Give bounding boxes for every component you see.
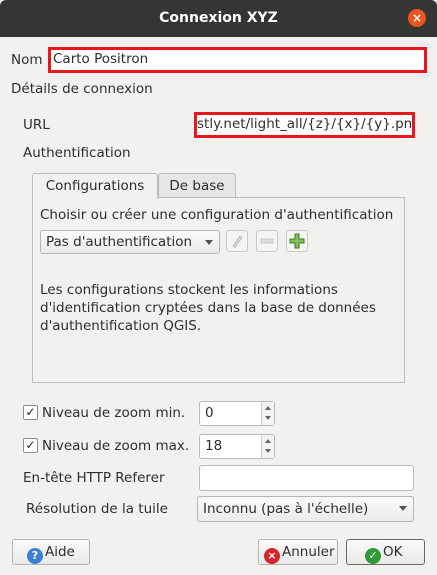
connection-details-heading: Détails de connexion [11,81,153,97]
add-icon [289,233,305,249]
edit-config-button[interactable] [226,230,248,252]
zoom-max-label: Niveau de zoom max. [42,438,190,454]
check-icon: ✓ [365,548,381,564]
title-bar: Connexion XYZ × [0,0,437,37]
url-input[interactable]: stly.net/light_all/{z}/{x}/{y}.png [194,112,415,138]
tile-resolution-select[interactable]: Inconnu (pas à l'échelle) [197,496,414,522]
spin-up-icon [265,439,271,443]
referer-label: En-tête HTTP Referer [23,470,165,486]
zoom-max-spinbox[interactable]: 18 [199,434,275,459]
edit-icon [232,235,243,249]
zoom-max-value: 18 [205,438,223,454]
auth-config-select-value: Pas d'authentification [46,234,193,250]
zoom-max-checkbox[interactable]: ✓ [23,438,38,453]
ok-button-label: OK [383,544,403,560]
zoom-min-checkbox[interactable]: ✓ [23,405,38,420]
ok-button[interactable]: ✓ OK [346,539,425,565]
zoom-min-spinbox[interactable]: 0 [199,401,275,426]
auth-info-text: Les configurations stockent les informat… [40,282,376,334]
tab-configurations[interactable]: Configurations [32,173,158,199]
zoom-min-value: 0 [205,405,214,421]
close-icon[interactable]: × [408,9,426,27]
tile-resolution-label: Résolution de la tuile [26,501,168,517]
tab-basic[interactable]: De base [158,173,236,198]
cancel-button[interactable]: × Annuler [258,539,338,565]
help-button-label: Aide [45,544,75,560]
spin-up-icon [265,406,271,410]
help-button[interactable]: ? Aide [12,539,90,565]
chevron-down-icon [205,240,213,245]
referer-input[interactable] [199,465,414,491]
url-label: URL [23,117,50,133]
authentication-heading: Authentification [23,145,131,161]
zoom-max-stepper[interactable] [261,435,274,458]
name-input[interactable]: Carto Positron [48,47,427,73]
chevron-down-icon [399,506,407,511]
name-label: Nom [11,52,43,68]
remove-config-button[interactable] [256,230,278,252]
help-icon: ? [27,548,43,564]
auth-config-label: Choisir ou créer une configuration d'aut… [40,207,394,223]
auth-config-select[interactable]: Pas d'authentification [40,230,220,254]
tile-resolution-value: Inconnu (pas à l'échelle) [203,501,369,517]
zoom-min-label: Niveau de zoom min. [42,405,186,421]
spin-down-icon [265,449,271,453]
add-config-button[interactable] [286,230,308,252]
cancel-button-label: Annuler [282,544,335,560]
cancel-icon: × [264,548,280,564]
spin-down-icon [265,416,271,420]
remove-icon [260,238,274,244]
window-title: Connexion XYZ [159,10,278,26]
zoom-min-stepper[interactable] [261,402,274,425]
